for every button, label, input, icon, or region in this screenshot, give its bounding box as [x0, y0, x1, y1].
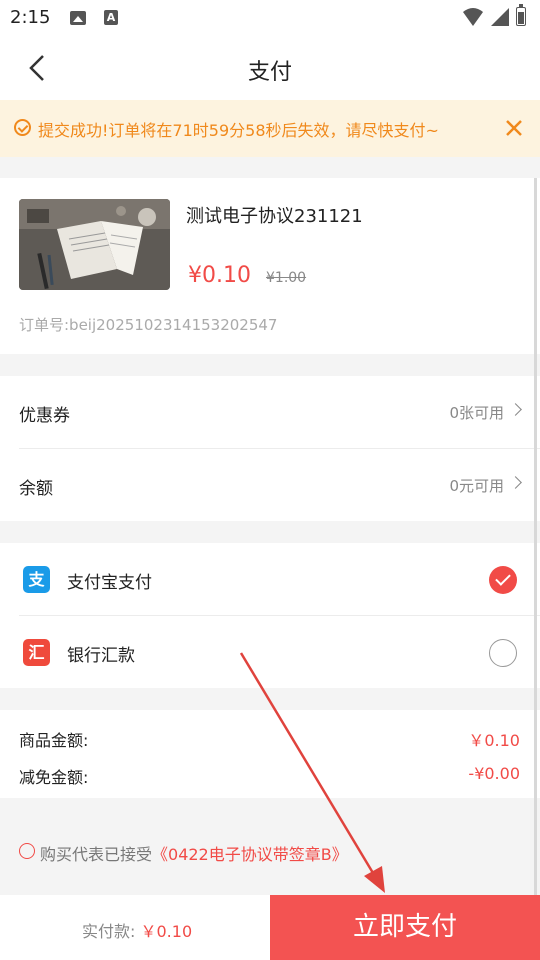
- agreement-link[interactable]: 《0422电子协议带签章B》: [152, 845, 348, 864]
- chevron-right-icon: [509, 403, 522, 416]
- total-amount: ￥0.10: [140, 922, 193, 941]
- goods-amount-value: ￥0.10: [468, 731, 520, 750]
- wifi-icon: [463, 8, 483, 26]
- product-price: ¥0.10: [188, 263, 251, 288]
- notice-text: 提交成功!订单将在71时59分58秒后失效，请尽快支付~: [38, 121, 439, 140]
- discount-amount-label: 减免金额:: [19, 768, 89, 787]
- payment-option-bank[interactable]: 汇 银行汇款: [0, 616, 540, 688]
- balance-row[interactable]: 余额 0元可用: [0, 449, 540, 521]
- goods-amount-label: 商品金额:: [19, 731, 89, 750]
- coupon-row[interactable]: 优惠券 0张可用: [0, 376, 540, 448]
- success-notice: 提交成功!订单将在71时59分58秒后失效，请尽快支付~: [0, 100, 540, 157]
- discount-section: 优惠券 0张可用 余额 0元可用: [0, 376, 540, 521]
- page-title: 支付: [247, 60, 292, 85]
- discount-amount-value: -¥0.00: [468, 764, 520, 783]
- alipay-label: 支付宝支付: [67, 573, 152, 593]
- agreement-checkbox[interactable]: [19, 843, 35, 859]
- product-thumbnail: [19, 199, 170, 290]
- amount-summary: 商品金额: ￥0.10 减免金额: -¥0.00: [0, 710, 540, 798]
- image-notification-icon: [70, 11, 86, 25]
- agreement-section: 购买代表已接受《0422电子协议带签章B》: [0, 798, 540, 895]
- original-price: ¥1.00: [266, 270, 307, 286]
- scrollbar[interactable]: [534, 178, 537, 895]
- payment-option-alipay[interactable]: 支 支付宝支付: [0, 543, 540, 615]
- checkout-bar: 实付款: ￥0.10 立即支付: [0, 895, 540, 960]
- bank-label: 银行汇款: [67, 646, 135, 666]
- total-label: 实付款:: [82, 922, 136, 941]
- text-notification-icon: A: [104, 10, 118, 25]
- coupon-label: 优惠券: [19, 406, 70, 426]
- alipay-icon: 支: [23, 566, 50, 593]
- close-icon[interactable]: [500, 114, 528, 142]
- product-name: 测试电子协议231121: [186, 206, 363, 227]
- balance-value: 0元可用: [449, 477, 504, 495]
- battery-icon: [516, 4, 526, 26]
- balance-label: 余额: [19, 479, 53, 499]
- product-card: 测试电子协议231121 ¥0.10 ¥1.00 订单号:beij2025102…: [0, 178, 540, 354]
- status-time: 2:15: [10, 7, 51, 28]
- order-number: 订单号:beij2025102314153202547: [19, 316, 278, 334]
- total-payable: 实付款: ￥0.10: [82, 918, 192, 942]
- payment-method-section: 支 支付宝支付 汇 银行汇款: [0, 543, 540, 688]
- bank-transfer-icon: 汇: [23, 639, 50, 666]
- signal-icon: [491, 8, 509, 26]
- check-circle-icon: [14, 119, 31, 136]
- alipay-radio-selected[interactable]: [489, 566, 517, 594]
- nav-bar: 支付: [0, 36, 540, 100]
- bank-radio[interactable]: [489, 639, 517, 667]
- agreement-prefix: 购买代表已接受: [40, 845, 153, 864]
- pay-now-button[interactable]: 立即支付: [270, 895, 540, 960]
- agreement-text: 购买代表已接受《0422电子协议带签章B》: [40, 841, 348, 865]
- status-bar: 2:15 A: [0, 0, 540, 36]
- coupon-value: 0张可用: [449, 404, 504, 422]
- chevron-right-icon: [509, 476, 522, 489]
